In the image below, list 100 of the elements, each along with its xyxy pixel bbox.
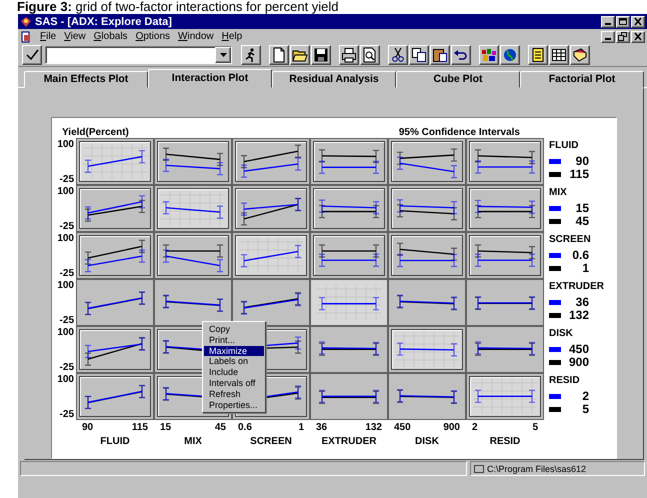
interaction-plot[interactable] <box>388 138 466 185</box>
interaction-plot[interactable] <box>154 138 232 185</box>
y-tick-label: -25 <box>60 409 74 420</box>
minimize-button[interactable] <box>601 16 615 28</box>
check-button[interactable] <box>22 45 42 65</box>
interaction-plot[interactable] <box>232 138 310 185</box>
context-menu-item[interactable]: Properties... <box>204 400 264 410</box>
preview-button[interactable] <box>360 45 380 65</box>
close-button[interactable] <box>631 30 645 42</box>
book-button[interactable] <box>570 45 590 65</box>
minimize-icon <box>605 23 611 25</box>
interaction-plot[interactable] <box>466 185 544 232</box>
interaction-plot[interactable] <box>76 326 154 373</box>
paste-button[interactable] <box>430 45 450 65</box>
interaction-plot[interactable] <box>154 232 232 279</box>
x-tick-label: 15 <box>160 422 172 434</box>
main-effect-plot[interactable] <box>388 326 466 373</box>
legend-title: EXTRUDER <box>549 280 606 294</box>
legend-label: 115 <box>568 167 589 181</box>
legend-label: 5 <box>581 402 589 416</box>
maximize-button[interactable] <box>616 16 630 28</box>
copy-button[interactable] <box>409 45 429 65</box>
y-axis-title: Yield(Percent) <box>62 127 129 138</box>
interaction-plot[interactable] <box>310 138 388 185</box>
interaction-plot[interactable] <box>76 185 154 232</box>
legend-label: 45 <box>574 214 589 228</box>
close-button[interactable] <box>631 16 645 28</box>
legend-title: FLUID <box>549 139 580 153</box>
menu-item[interactable]: Window <box>178 31 214 42</box>
legend-label: 0.6 <box>571 248 589 262</box>
new-button[interactable] <box>269 45 289 65</box>
interaction-plot[interactable] <box>232 185 310 232</box>
x-tick-label: 900 <box>443 422 460 434</box>
y-tick-label: -25 <box>60 174 74 185</box>
minimize-button[interactable] <box>601 30 615 42</box>
menu-item[interactable]: View <box>64 31 86 42</box>
table-button[interactable] <box>549 45 569 65</box>
interaction-plot[interactable] <box>466 232 544 279</box>
globe-icon <box>502 47 518 63</box>
main-effect-plot[interactable] <box>154 185 232 232</box>
main-effect-plot[interactable] <box>310 279 388 326</box>
undo-button[interactable] <box>451 45 471 65</box>
globe-button[interactable] <box>500 45 520 65</box>
notes-button[interactable] <box>528 45 548 65</box>
context-menu-item[interactable]: Refresh <box>204 388 264 400</box>
print-button[interactable] <box>339 45 359 65</box>
interaction-plot[interactable] <box>76 232 154 279</box>
interaction-plot[interactable] <box>388 232 466 279</box>
legend-title: MIX <box>549 186 568 200</box>
save-button[interactable] <box>311 45 331 65</box>
interaction-plot[interactable] <box>388 185 466 232</box>
interaction-plot[interactable] <box>466 138 544 185</box>
main-effect-plot[interactable] <box>76 138 154 185</box>
graph-button[interactable] <box>479 45 499 65</box>
main-effect-plot[interactable] <box>232 232 310 279</box>
context-menu-item[interactable]: Include <box>204 367 264 378</box>
restore-icon <box>618 32 628 41</box>
context-menu-item[interactable]: Print... <box>204 334 264 346</box>
cut-button[interactable] <box>388 45 408 65</box>
menu-item[interactable]: File <box>40 31 56 42</box>
legend-label: 15 <box>574 201 589 215</box>
interaction-plot[interactable] <box>76 373 154 420</box>
plot-title: 95% Confidence Intervals <box>398 127 520 138</box>
x-axis-label: FLUID <box>99 435 131 449</box>
notebook-icon <box>530 47 546 63</box>
maximize-icon <box>618 17 628 26</box>
context-menu-item[interactable]: Labels on <box>204 356 264 368</box>
interaction-plot[interactable] <box>310 185 388 232</box>
menu-item[interactable]: Help <box>222 31 242 42</box>
restore-button[interactable] <box>616 30 630 42</box>
y-tick-label: 100 <box>57 233 74 244</box>
x-axis-label: EXTRUDER <box>320 435 378 449</box>
x-axis-label: MIX <box>183 435 203 449</box>
x-tick-label: 450 <box>394 422 411 434</box>
menu-item[interactable]: Options <box>136 31 170 42</box>
legend-label: 900 <box>568 355 589 369</box>
close-icon <box>633 17 643 26</box>
y-tick-label: -25 <box>60 315 74 326</box>
colored-blocks-icon <box>481 47 497 63</box>
context-menu-item[interactable]: Intervals off <box>204 378 264 389</box>
caret-icon <box>220 53 226 57</box>
legend-label: 450 <box>568 342 589 356</box>
clipboard-icon <box>432 47 448 63</box>
tab[interactable]: Main Effects Plot <box>24 71 148 88</box>
run-button[interactable] <box>241 45 261 65</box>
interaction-plot[interactable] <box>310 232 388 279</box>
tab[interactable]: Residual Analysis <box>272 71 396 88</box>
main-effect-plot[interactable] <box>466 373 544 420</box>
table-icon <box>551 47 567 63</box>
document-icon <box>20 30 32 42</box>
command-dropdown-field[interactable] <box>45 46 232 64</box>
context-menu-item[interactable]: Maximize <box>204 346 264 356</box>
context-menu-item[interactable]: Copy <box>204 324 264 335</box>
tab[interactable]: Interaction Plot <box>148 69 272 88</box>
menu-item[interactable]: Globals <box>94 31 128 42</box>
x-tick-label: 2 <box>472 422 478 434</box>
tab[interactable]: Cube Plot <box>396 71 520 88</box>
y-tick-label: 100 <box>57 139 74 150</box>
open-button[interactable] <box>290 45 310 65</box>
tab[interactable]: Factorial Plot <box>520 71 644 88</box>
